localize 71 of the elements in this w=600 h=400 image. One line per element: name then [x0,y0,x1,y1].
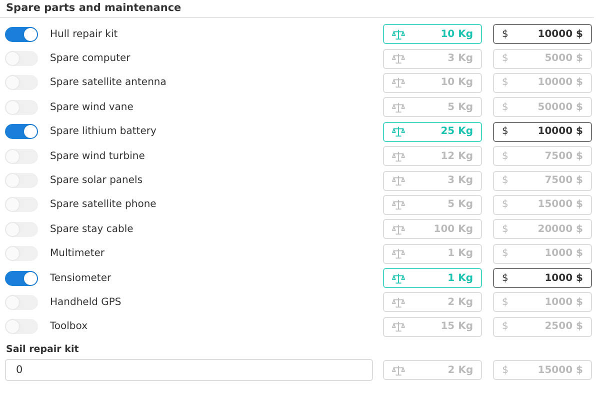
scale-icon [392,150,405,162]
price-field[interactable]: $ 2500 $ [493,316,592,337]
item-label: Handheld GPS [50,296,122,308]
scale-icon [392,28,405,40]
item-label: Spare solar panels [50,175,144,186]
scale-icon [392,53,405,64]
toggle-switch[interactable] [5,124,38,140]
field-label: Sail repair kit [5,343,80,358]
price-field[interactable]: $ 5000 $ [493,48,592,69]
price-field[interactable]: $ 7500 $ [493,146,592,166]
weight-field[interactable]: 1 Kg [383,268,482,288]
price-field[interactable]: $ 15000 $ [493,194,592,215]
item-label: Spare satellite phone [50,199,158,210]
scale-icon [392,272,405,284]
price-field[interactable]: $ 1000 $ [493,268,592,288]
weight-field[interactable]: 3 Kg [383,170,482,191]
weight-field[interactable]: 10 Kg [383,24,482,44]
price-field[interactable]: $ 1000 $ [493,292,592,312]
toggle-switch[interactable] [5,246,38,262]
toggle-switch[interactable] [5,75,38,90]
item-label: Hull repair kit [50,28,119,40]
scale-icon [392,77,405,88]
scale-icon [392,126,405,138]
weight-field[interactable]: 5 Kg [383,194,482,215]
scale-icon [392,175,405,186]
item-label: Toolbox [50,321,88,332]
price-field[interactable]: $ 7500 $ [493,170,592,191]
item-label: Tensiometer [50,272,112,284]
item-label: Spare satellite antenna [50,77,168,88]
weight-field[interactable]: 15 Kg [383,316,482,337]
item-label: Spare lithium battery [50,126,158,138]
weight-field[interactable]: 3 Kg [383,48,482,69]
scale-icon [392,224,405,235]
toggle-switch[interactable] [5,197,38,212]
scale-icon [392,102,405,113]
toggle-switch[interactable] [5,319,38,334]
toggle-switch[interactable] [5,26,38,42]
weight-field[interactable]: 12 Kg [383,146,482,166]
item-label: Spare wind vane [50,102,134,113]
weight-field[interactable]: 2 Kg [383,292,482,312]
toggle-switch[interactable] [5,222,38,237]
item-label: Multimeter [50,248,106,260]
weight-field[interactable]: 1 Kg [383,244,482,264]
price-field[interactable]: $ 10000 $ [493,72,592,93]
weight-field[interactable]: 100 Kg [383,219,482,240]
toggle-switch[interactable] [5,148,38,164]
price-field[interactable]: $ 50000 $ [493,97,592,118]
price-field[interactable]: $ 15000 $ [493,360,592,380]
weight-field[interactable]: 10 Kg [383,72,482,93]
weight-field[interactable]: 25 Kg [383,122,482,142]
item-label: Spare wind turbine [50,150,146,162]
scale-icon [392,321,405,332]
toggle-switch[interactable] [5,173,38,188]
scale-icon [392,199,405,210]
weight-field[interactable]: 5 Kg [383,97,482,118]
scale-icon [392,364,406,376]
toggle-switch[interactable] [5,51,38,66]
weight-field[interactable]: 2 Kg [383,360,482,380]
scale-icon [392,248,405,260]
toggle-switch[interactable] [5,100,38,115]
input-field[interactable]: 0 [5,359,374,382]
price-field[interactable]: $ 20000 $ [493,219,592,240]
toggle-switch[interactable] [5,294,38,310]
price-field[interactable]: $ 10000 $ [493,122,592,142]
item-label: Spare stay cable [50,224,134,235]
item-label: Spare computer [50,53,132,64]
scale-icon [392,296,405,308]
price-field[interactable]: $ 10000 $ [493,24,592,44]
toggle-switch[interactable] [5,270,38,286]
section-title: Spare parts and maintenance [0,0,594,18]
price-field[interactable]: $ 1000 $ [493,244,592,264]
